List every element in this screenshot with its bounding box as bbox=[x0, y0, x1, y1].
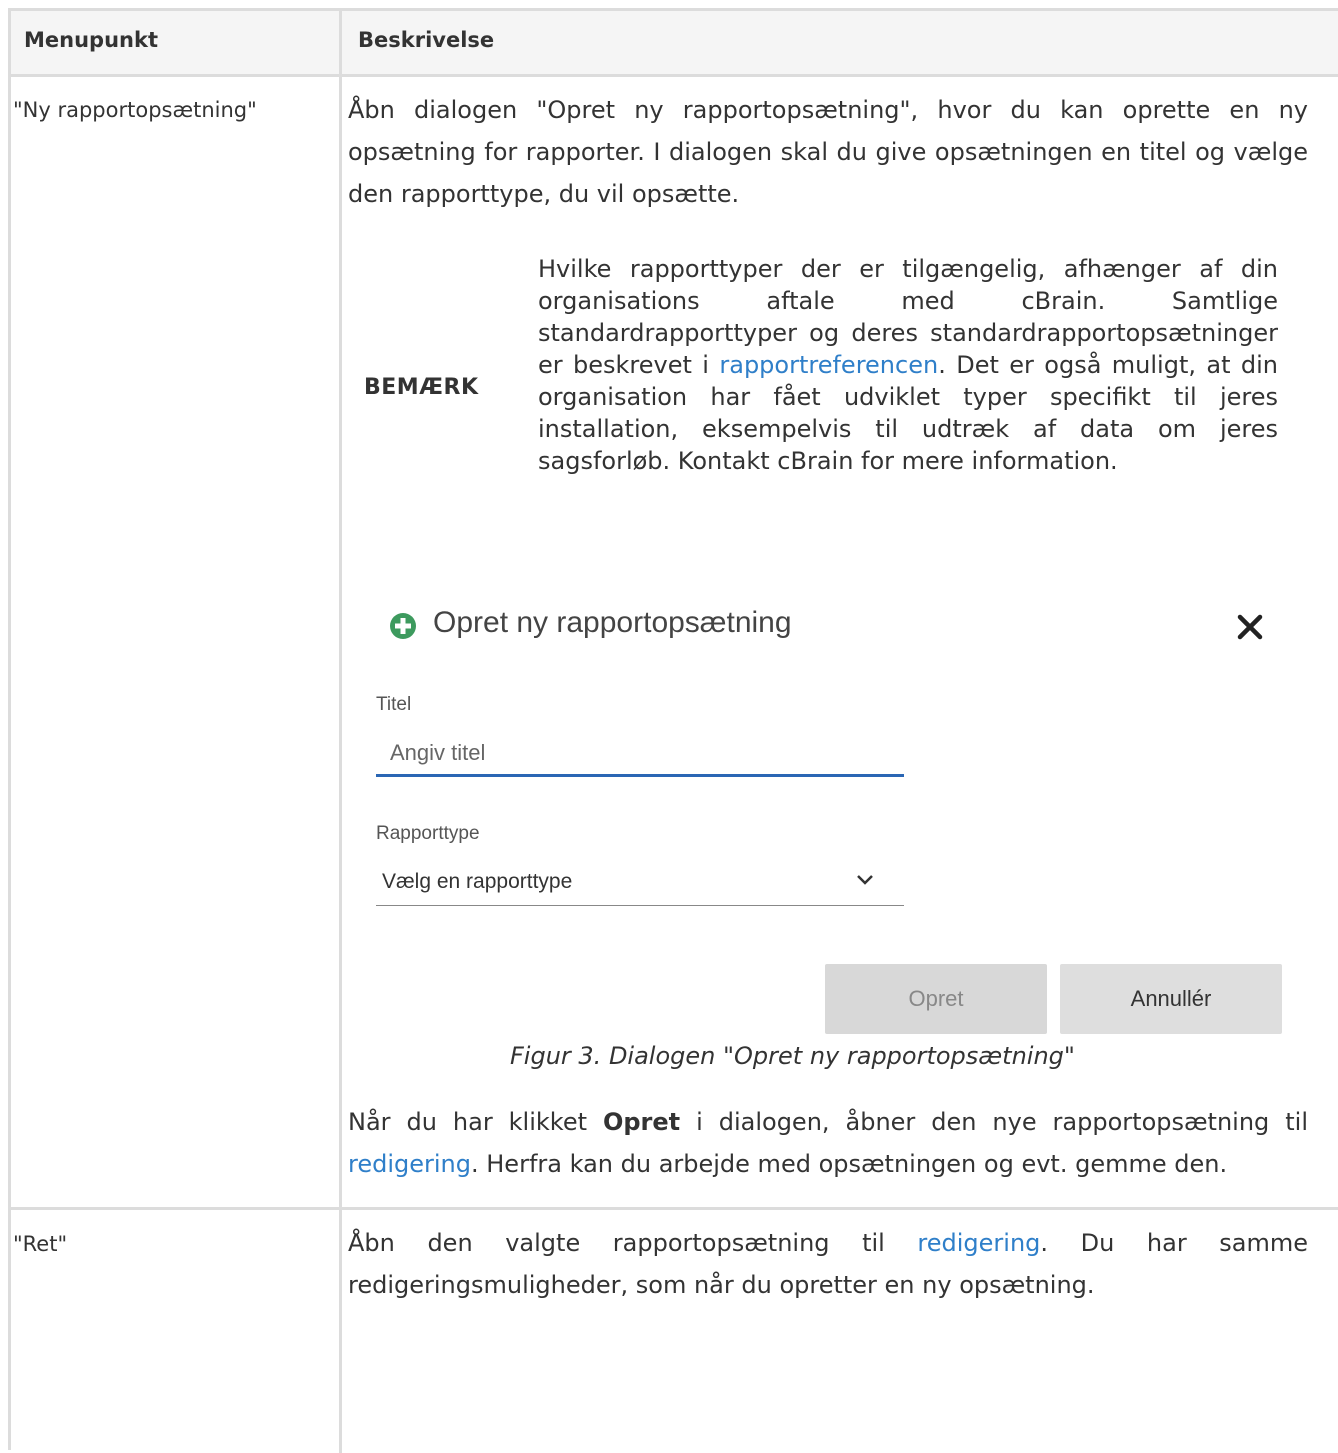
report-type-select[interactable]: Vælg en rapporttype bbox=[376, 858, 904, 906]
chevron-down-icon bbox=[857, 875, 873, 885]
row2-label: "Ret" bbox=[13, 1232, 68, 1256]
row1-label: "Ny rapportopsætning" bbox=[13, 98, 257, 122]
row-divider bbox=[11, 1207, 1338, 1210]
link-redigering-1[interactable]: redigering bbox=[348, 1150, 471, 1178]
link-rapportreferencen[interactable]: rapportreferencen bbox=[719, 351, 938, 379]
report-type-value: Vælg en rapporttype bbox=[382, 870, 573, 893]
title-field-label: Titel bbox=[376, 694, 412, 715]
title-input[interactable] bbox=[376, 731, 904, 777]
row1-description: Åbn dialogen "Opret ny rapportopsætning"… bbox=[348, 96, 1308, 208]
create-button[interactable]: Opret bbox=[825, 964, 1047, 1034]
header-beskrivelse: Beskrivelse bbox=[358, 28, 495, 52]
type-field-label: Rapporttype bbox=[376, 823, 480, 844]
row2-description: Åbn den valgte rapportopsætning til redi… bbox=[348, 1229, 1308, 1299]
plus-circle-icon bbox=[390, 613, 416, 639]
note-label: BEMÆRK bbox=[364, 375, 479, 400]
column-divider bbox=[339, 11, 342, 1453]
link-redigering-2[interactable]: redigering bbox=[917, 1229, 1040, 1257]
dialog-title: Opret ny rapportopsætning bbox=[433, 606, 792, 639]
header-menupunkt: Menupunkt bbox=[24, 28, 158, 52]
table-header: Menupunkt Beskrivelse bbox=[11, 11, 1338, 77]
figure-caption: Figur 3. Dialogen "Opret ny rapportopsæt… bbox=[510, 1042, 1075, 1070]
note-text: Hvilke rapporttyper der er tilgængelig, … bbox=[538, 255, 1279, 475]
cancel-button[interactable]: Annullér bbox=[1060, 964, 1282, 1034]
close-icon[interactable] bbox=[1237, 614, 1263, 640]
row1-followup: Når du har klikket Opret i dialogen, åbn… bbox=[348, 1108, 1308, 1178]
